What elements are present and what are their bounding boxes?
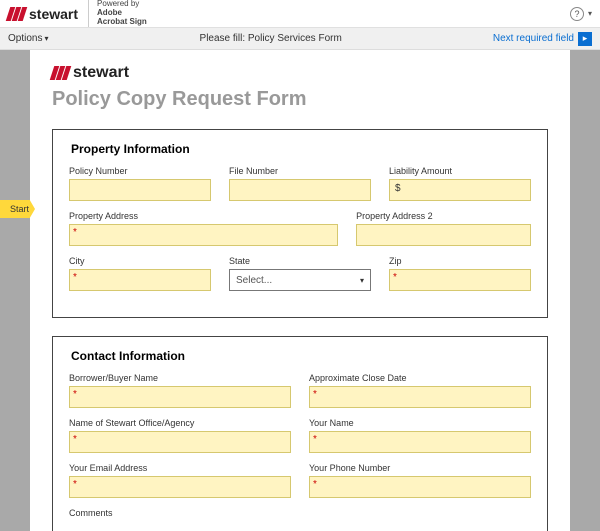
field-label: Comments (69, 508, 531, 518)
start-flag-button[interactable]: Start (0, 200, 35, 218)
email-input[interactable] (69, 476, 291, 498)
close-date-input[interactable] (309, 386, 531, 408)
powered-name-2: Acrobat Sign (97, 18, 147, 27)
next-required-field-button[interactable]: Next required field ▸ (493, 32, 592, 46)
stewart-slash-icon (8, 7, 25, 21)
stewart-slash-icon (52, 66, 69, 80)
header-right: ? ▾ (570, 7, 592, 21)
field-label: Name of Stewart Office/Agency (69, 418, 291, 428)
policy-number-input[interactable] (69, 179, 211, 201)
your-name-input[interactable] (309, 431, 531, 453)
chevron-down-icon: ▾ (360, 276, 364, 285)
chevron-down-icon[interactable]: ▾ (588, 9, 592, 18)
powered-label: Powered by (97, 0, 139, 8)
help-icon[interactable]: ? (570, 7, 584, 21)
doc-brand-logo: stewart (52, 64, 548, 82)
arrow-right-icon: ▸ (578, 32, 592, 46)
brand-name: stewart (29, 6, 78, 22)
borrower-name-input[interactable] (69, 386, 291, 408)
options-menu[interactable]: Options▾ (8, 33, 48, 44)
field-label: State (229, 256, 371, 266)
brand-logo: stewart (8, 6, 78, 22)
field-label: Policy Number (69, 166, 211, 176)
section-contact-info: Contact Information Borrower/Buyer Name … (52, 336, 548, 531)
state-select[interactable]: Select... ▾ (229, 269, 371, 291)
field-label: Property Address (69, 211, 338, 221)
city-input[interactable] (69, 269, 211, 291)
field-label: File Number (229, 166, 371, 176)
field-label: Borrower/Buyer Name (69, 373, 291, 383)
doc-name-label: Please fill: Policy Services Form (48, 33, 492, 44)
field-label: City (69, 256, 211, 266)
app-viewport: stewart Powered by Adobe Acrobat Sign ? … (0, 0, 600, 531)
field-label: Property Address 2 (356, 211, 531, 221)
document-page: stewart Policy Copy Request Form Propert… (30, 50, 570, 531)
section-property-info: Property Information Policy Number File … (52, 129, 548, 318)
agency-name-input[interactable] (69, 431, 291, 453)
powered-by: Powered by Adobe Acrobat Sign (88, 0, 147, 26)
state-select-value: Select... (236, 275, 272, 286)
field-label: Your Email Address (69, 463, 291, 473)
file-number-input[interactable] (229, 179, 371, 201)
page-title: Policy Copy Request Form (52, 88, 548, 111)
document-area: Start stewart Policy Copy Request Form P… (0, 50, 600, 531)
section-heading: Property Information (69, 142, 531, 156)
info-bar: Options▾ Please fill: Policy Services Fo… (0, 28, 600, 50)
field-label: Liability Amount (389, 166, 531, 176)
liability-amount-input[interactable]: $ (389, 179, 531, 201)
options-label: Options (8, 33, 42, 44)
section-heading: Contact Information (69, 349, 531, 363)
field-label: Zip (389, 256, 531, 266)
next-required-label: Next required field (493, 33, 574, 44)
phone-input[interactable] (309, 476, 531, 498)
property-address-2-input[interactable] (356, 224, 531, 246)
field-label: Your Name (309, 418, 531, 428)
field-label: Your Phone Number (309, 463, 531, 473)
field-label: Approximate Close Date (309, 373, 531, 383)
doc-brand-name: stewart (73, 64, 129, 82)
property-address-input[interactable] (69, 224, 338, 246)
zip-input[interactable] (389, 269, 531, 291)
top-header: stewart Powered by Adobe Acrobat Sign ? … (0, 0, 600, 28)
